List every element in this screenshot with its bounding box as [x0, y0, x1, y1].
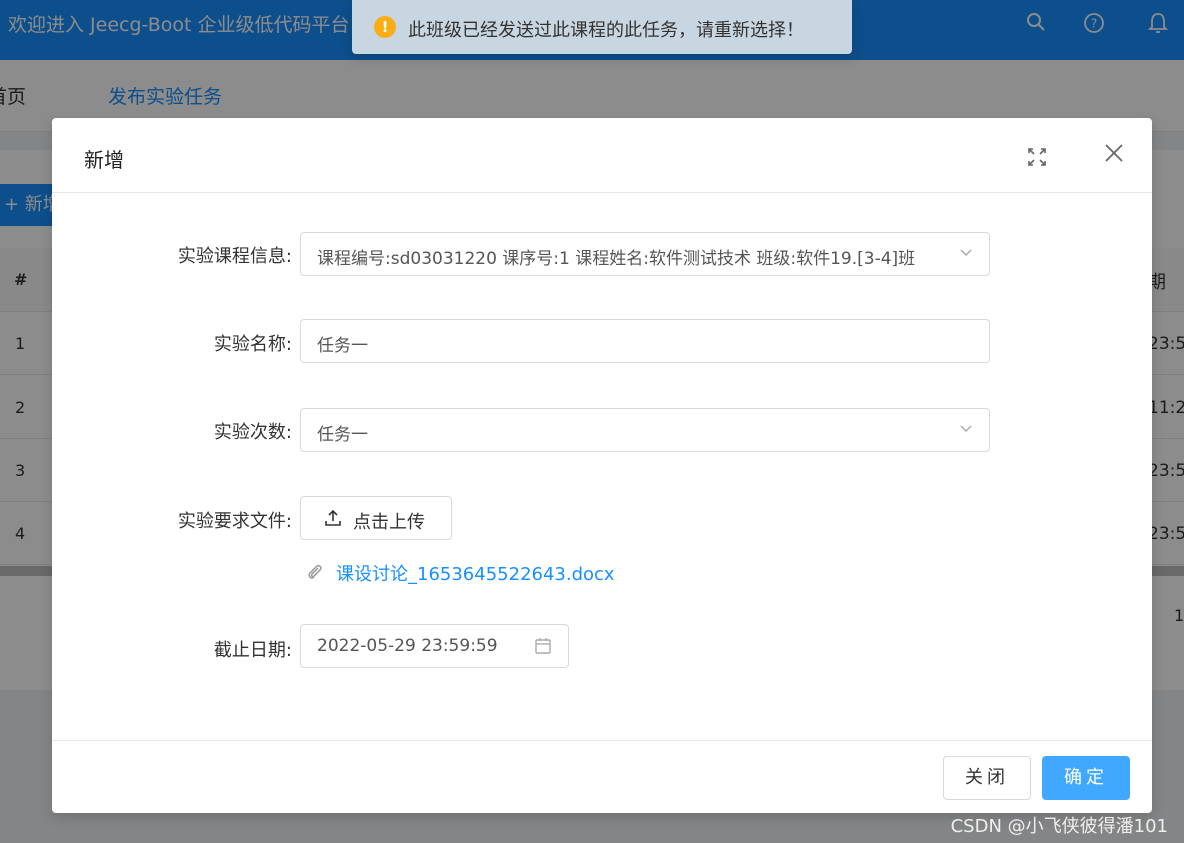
task-count-value: 任务一	[317, 425, 368, 445]
task-name-label: 实验名称:	[213, 334, 292, 355]
upload-button-label: 点击上传	[353, 512, 425, 533]
warning-toast: ! 此班级已经发送过此课程的此任务，请重新选择！	[352, 0, 852, 54]
deadline-value: 2022-05-29 23:59:59	[317, 636, 498, 656]
task-name-value: 任务一	[317, 336, 368, 356]
calendar-icon	[534, 637, 552, 659]
toast-message: 此班级已经发送过此课程的此任务，请重新选择！	[408, 20, 804, 41]
upload-button[interactable]: 点击上传	[300, 496, 452, 540]
task-count-select[interactable]: 任务一	[300, 408, 990, 452]
upload-icon	[323, 508, 343, 528]
chevron-down-icon	[959, 245, 973, 263]
modal-footer: 关闭 确定	[52, 740, 1152, 813]
modal-title: 新增	[84, 148, 124, 172]
add-modal: 新增 实验课程信息: 课程编号:sd03031220 课序号:1 课程姓名:软件…	[52, 118, 1152, 813]
deadline-picker[interactable]: 2022-05-29 23:59:59	[300, 624, 569, 668]
warning-icon: !	[374, 16, 396, 38]
task-count-label: 实验次数:	[213, 422, 292, 443]
modal-header: 新增	[52, 118, 1152, 193]
task-name-input[interactable]: 任务一	[300, 319, 990, 363]
close-icon[interactable]	[1102, 142, 1126, 166]
file-label: 实验要求文件:	[177, 511, 292, 532]
uploaded-file-name[interactable]: 课设讨论_1653645522643.docx	[336, 560, 615, 586]
course-info-select[interactable]: 课程编号:sd03031220 课序号:1 课程姓名:软件测试技术 班级:软件1…	[300, 232, 990, 276]
ok-button[interactable]: 确定	[1042, 756, 1130, 800]
course-info-label: 实验课程信息:	[177, 246, 292, 267]
paperclip-icon	[306, 562, 324, 582]
close-button[interactable]: 关闭	[943, 756, 1031, 800]
fullscreen-icon[interactable]	[1026, 146, 1048, 168]
watermark: CSDN @小飞侠彼得潘101	[950, 816, 1168, 837]
deadline-label: 截止日期:	[213, 640, 292, 661]
course-info-value: 课程编号:sd03031220 课序号:1 课程姓名:软件测试技术 班级:软件1…	[317, 249, 916, 269]
chevron-down-icon	[959, 421, 973, 439]
